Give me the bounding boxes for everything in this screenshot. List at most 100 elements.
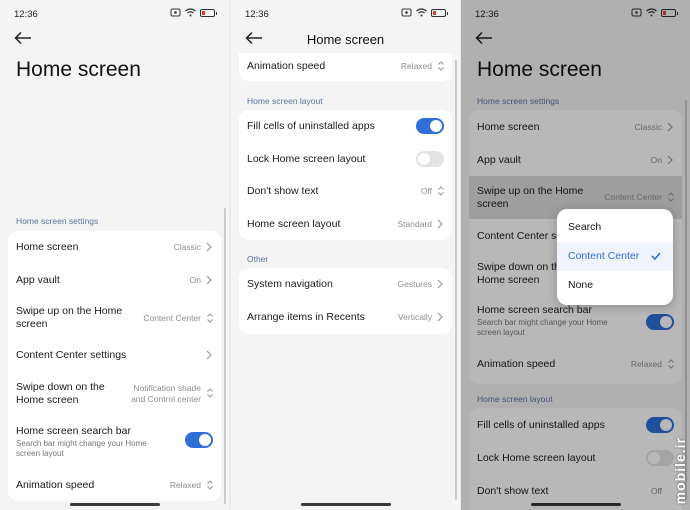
setting-value: Relaxed: [400, 61, 432, 71]
setting-search-bar[interactable]: Home screen search bar Search bar might …: [8, 414, 221, 464]
section-header-layout: Home screen layout: [477, 394, 553, 404]
setting-label: App vault: [477, 154, 521, 166]
signal-icon: [170, 8, 181, 17]
setting-value: Standard: [397, 219, 433, 229]
chevron-right-icon: [667, 155, 673, 165]
status-bar: 12:36: [245, 8, 448, 22]
setting-label: Home screen search bar: [477, 304, 592, 316]
setting-app-vault[interactable]: App vault On: [469, 143, 682, 176]
settings-card: Fill cells of uninstalled apps Lock Home…: [239, 110, 452, 240]
setting-value: Off: [420, 186, 432, 196]
setting-animation-speed[interactable]: Animation speed Relaxed: [239, 53, 452, 81]
back-arrow-icon[interactable]: [14, 31, 32, 45]
setting-value: Content Center: [604, 192, 662, 202]
setting-label: Arrange items in Recents: [247, 311, 365, 323]
status-bar: 12:36: [14, 8, 217, 22]
wifi-icon: [416, 8, 427, 17]
back-arrow-icon[interactable]: [475, 31, 493, 45]
setting-value: Notification shade and Control center: [131, 383, 201, 404]
setting-animation-speed[interactable]: Animation speed Relaxed: [469, 350, 682, 380]
status-time: 12:36: [475, 9, 499, 20]
setting-home-screen[interactable]: Home screen Classic: [8, 231, 221, 264]
setting-fill-cells[interactable]: Fill cells of uninstalled apps: [239, 110, 452, 143]
setting-label: Home screen search bar: [16, 425, 131, 437]
settings-panel-main: 12:36 Home screen Home screen settings H…: [0, 0, 229, 510]
setting-label: Animation speed: [247, 60, 326, 72]
check-icon: [651, 252, 661, 261]
setting-content-center[interactable]: Content Center settings: [8, 339, 221, 372]
wifi-icon: [185, 8, 196, 17]
signal-icon: [631, 8, 642, 17]
settings-card: Animation speed Relaxed: [239, 53, 452, 81]
scrollbar[interactable]: [455, 60, 457, 500]
setting-fill-cells[interactable]: Fill cells of uninstalled apps: [469, 408, 682, 441]
setting-animation-speed[interactable]: Animation speed Relaxed: [8, 471, 221, 501]
status-time: 12:36: [14, 9, 38, 20]
setting-description: Search bar might change your Home screen…: [477, 318, 608, 337]
search-bar-toggle[interactable]: [646, 314, 674, 330]
chevron-right-icon: [667, 122, 673, 132]
scrollbar[interactable]: [224, 208, 226, 504]
setting-label: Home screen layout: [247, 218, 341, 230]
section-header-home-screen-settings: Home screen settings: [16, 216, 99, 226]
setting-label: Content Center settings: [16, 349, 127, 361]
option-label: Search: [568, 221, 602, 233]
lock-layout-toggle[interactable]: [416, 151, 444, 167]
setting-label: Animation speed: [477, 358, 556, 370]
search-bar-toggle[interactable]: [185, 432, 213, 448]
signal-icon: [401, 8, 412, 17]
battery-icon: [200, 8, 217, 17]
setting-label: Fill cells of uninstalled apps: [477, 419, 605, 431]
setting-dont-show-text[interactable]: Don't show text Off: [239, 175, 452, 208]
settings-card: Fill cells of uninstalled apps Lock Home…: [469, 408, 682, 510]
setting-value: Classic: [173, 242, 201, 252]
setting-lock-layout[interactable]: Lock Home screen layout: [469, 441, 682, 474]
setting-system-navigation[interactable]: System navigation Gestures: [239, 268, 452, 301]
setting-label: App vault: [16, 274, 60, 286]
setting-label: Swipe up on the Home screen: [16, 305, 123, 330]
chevron-right-icon: [437, 312, 443, 322]
settings-card: System navigation Gestures Arrange items…: [239, 268, 452, 334]
chevron-right-icon: [206, 242, 212, 252]
gesture-bar[interactable]: [301, 503, 391, 506]
setting-label: Fill cells of uninstalled apps: [247, 120, 375, 132]
section-header-layout: Home screen layout: [247, 96, 323, 106]
setting-value: On: [189, 275, 201, 285]
section-header-other: Other: [247, 254, 269, 264]
gesture-bar[interactable]: [531, 503, 621, 506]
setting-description: Search bar might change your Home screen…: [16, 439, 147, 458]
page-title: Home screen: [477, 58, 602, 81]
updown-chevron-icon: [207, 388, 213, 398]
fill-cells-toggle[interactable]: [416, 118, 444, 134]
dropdown-option-content-center[interactable]: Content Center: [557, 242, 673, 271]
chevron-right-icon: [206, 350, 212, 360]
setting-value: Vertically: [397, 312, 432, 322]
gesture-bar[interactable]: [70, 503, 160, 506]
setting-lock-layout[interactable]: Lock Home screen layout: [239, 143, 452, 175]
setting-value: Relaxed: [630, 359, 662, 369]
option-label: None: [568, 279, 594, 291]
setting-label: System navigation: [247, 278, 333, 290]
updown-chevron-icon: [207, 313, 213, 323]
settings-panel-scrolled: 12:36 Home screen Animation speed Relaxe…: [231, 0, 460, 510]
fill-cells-toggle[interactable]: [646, 417, 674, 433]
setting-label: Don't show text: [477, 485, 549, 497]
setting-home-screen[interactable]: Home screen Classic: [469, 110, 682, 143]
dropdown-option-none[interactable]: None: [557, 271, 673, 300]
updown-chevron-icon: [438, 186, 444, 196]
watermark-logo: mobile.ir: [672, 436, 688, 504]
lock-layout-toggle[interactable]: [646, 450, 674, 466]
setting-value: Gestures: [397, 279, 433, 289]
setting-arrange-recents[interactable]: Arrange items in Recents Vertically: [239, 301, 452, 334]
updown-chevron-icon: [668, 192, 674, 202]
setting-home-screen-layout[interactable]: Home screen layout Standard: [239, 208, 452, 240]
setting-swipe-up[interactable]: Swipe up on the Home screen Content Cent…: [8, 297, 221, 339]
page-title: Home screen: [306, 32, 385, 47]
dropdown-option-search[interactable]: Search: [557, 213, 673, 242]
setting-label: Home screen: [16, 241, 79, 253]
updown-chevron-icon: [668, 359, 674, 369]
setting-value: Classic: [634, 122, 662, 132]
setting-swipe-down[interactable]: Swipe down on the Home screen Notificati…: [8, 372, 221, 414]
setting-app-vault[interactable]: App vault On: [8, 264, 221, 297]
wifi-icon: [646, 8, 657, 17]
